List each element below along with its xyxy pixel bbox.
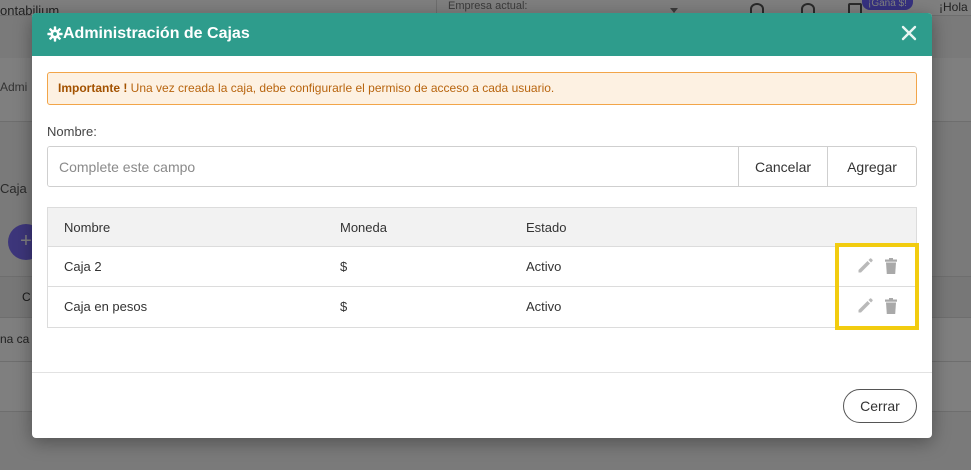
cajas-table: Nombre Moneda Estado Caja 2 $ Activo Caj… xyxy=(47,207,917,328)
cancel-button[interactable]: Cancelar xyxy=(738,147,827,186)
important-alert: Importante ! Una vez creada la caja, deb… xyxy=(47,72,917,105)
modal-footer: Cerrar xyxy=(32,372,932,438)
header-nombre: Nombre xyxy=(64,220,111,235)
table-row: Caja 2 $ Activo xyxy=(48,247,916,287)
name-input[interactable] xyxy=(48,147,738,186)
cell-nombre: Caja en pesos xyxy=(64,299,148,314)
cajas-modal: Administración de Cajas Importante ! Una… xyxy=(32,13,932,438)
cell-estado: Activo xyxy=(526,299,562,314)
modal-title: Administración de Cajas xyxy=(63,25,250,42)
table-row: Caja en pesos $ Activo xyxy=(48,287,916,327)
actions-highlight-box xyxy=(835,243,919,330)
close-button[interactable] xyxy=(898,22,920,44)
modal-header: Administración de Cajas xyxy=(32,13,932,56)
alert-strong: Importante ! xyxy=(58,81,128,95)
cell-moneda: $ xyxy=(340,259,348,274)
name-label: Nombre: xyxy=(47,124,97,139)
header-moneda: Moneda xyxy=(340,220,387,235)
cell-estado: Activo xyxy=(526,259,562,274)
close-icon xyxy=(901,25,917,41)
header-estado: Estado xyxy=(526,220,567,235)
add-button[interactable]: Agregar xyxy=(827,147,916,186)
name-input-group: Cancelar Agregar xyxy=(47,146,917,187)
alert-text: Una vez creada la caja, debe configurarl… xyxy=(127,81,555,95)
cell-moneda: $ xyxy=(340,299,348,314)
table-header: Nombre Moneda Estado xyxy=(48,208,916,247)
cerrar-button[interactable]: Cerrar xyxy=(843,389,917,423)
gear-icon xyxy=(47,26,63,42)
cell-nombre: Caja 2 xyxy=(64,259,102,274)
